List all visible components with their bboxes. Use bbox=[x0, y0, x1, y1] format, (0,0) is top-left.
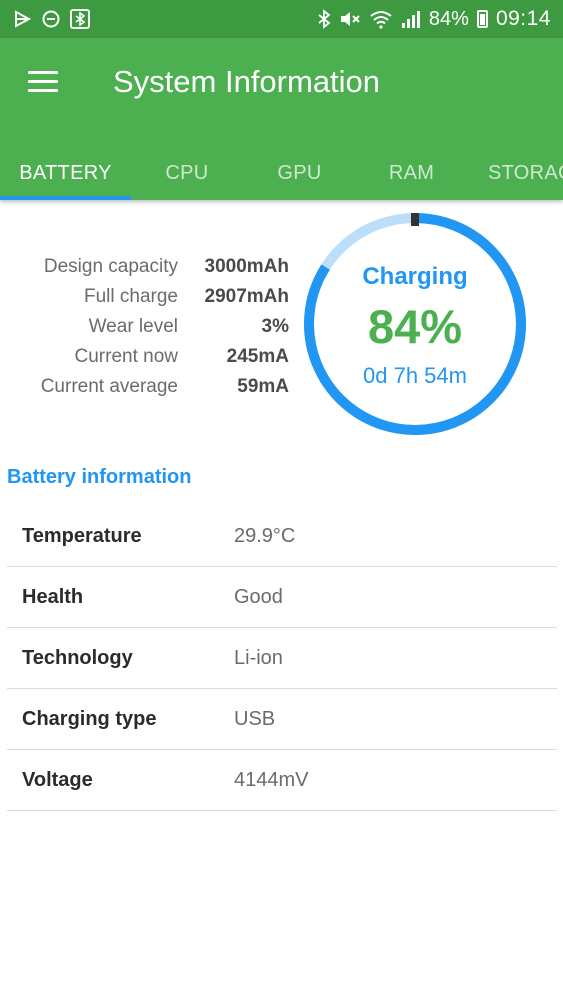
info-label: Voltage bbox=[22, 768, 93, 791]
info-row: Temperature 29.9°C bbox=[7, 506, 557, 567]
status-bar-left bbox=[14, 9, 90, 29]
tab-battery[interactable]: BATTERY bbox=[0, 146, 131, 200]
info-label: Technology bbox=[22, 646, 133, 669]
page-title: System Information bbox=[113, 64, 381, 99]
summary-row: Current average 59mA bbox=[0, 372, 300, 402]
clock: 09:14 bbox=[495, 7, 551, 30]
bluetooth-notification-icon bbox=[70, 9, 90, 29]
summary-label: Design capacity bbox=[43, 256, 178, 277]
battery-percent: 84% bbox=[367, 300, 463, 353]
ring-start-marker bbox=[411, 213, 419, 226]
tab-cpu[interactable]: CPU bbox=[131, 146, 243, 200]
tab-gpu[interactable]: GPU bbox=[243, 146, 356, 200]
info-row: Health Good bbox=[7, 567, 557, 628]
info-value: USB bbox=[234, 707, 276, 730]
info-row: Technology Li-ion bbox=[7, 628, 557, 689]
battery-summary: Design capacity 3000mAh Full charge 2907… bbox=[0, 252, 300, 402]
info-label: Charging type bbox=[22, 707, 157, 730]
summary-row: Full charge 2907mAh bbox=[0, 282, 300, 312]
summary-value: 3% bbox=[261, 316, 289, 337]
info-row: Charging type USB bbox=[7, 689, 557, 750]
summary-value: 3000mAh bbox=[204, 256, 290, 277]
charging-status: Charging bbox=[362, 263, 468, 290]
summary-label: Wear level bbox=[88, 316, 178, 337]
do-not-disturb-icon bbox=[42, 10, 60, 28]
summary-label: Current average bbox=[40, 376, 178, 397]
summary-row: Design capacity 3000mAh bbox=[0, 252, 300, 282]
play-store-notification-icon bbox=[14, 10, 32, 28]
summary-row: Current now 245mA bbox=[0, 342, 300, 372]
info-row: Voltage 4144mV bbox=[7, 750, 557, 811]
summary-value: 245mA bbox=[226, 346, 289, 367]
info-value: Li-ion bbox=[234, 646, 283, 669]
section-header: Battery information bbox=[7, 466, 192, 488]
battery-icon bbox=[476, 10, 488, 28]
status-bar: 84% 09:14 bbox=[0, 0, 563, 38]
summary-value: 59mA bbox=[237, 376, 289, 397]
info-label: Health bbox=[22, 585, 84, 608]
info-value: Good bbox=[234, 585, 283, 608]
info-value: 29.9°C bbox=[234, 524, 296, 547]
mute-icon bbox=[339, 9, 361, 29]
hamburger-menu-icon[interactable] bbox=[28, 71, 58, 93]
summary-value: 2907mAh bbox=[204, 286, 290, 307]
tab-storage[interactable]: STORAG bbox=[467, 146, 563, 200]
summary-label: Full charge bbox=[84, 286, 178, 307]
app-bar: System Information BATTERY CPU GPU RAM S… bbox=[0, 38, 563, 200]
bluetooth-icon bbox=[317, 9, 331, 29]
signal-icon bbox=[401, 9, 421, 29]
time-remaining: 0d 7h 54m bbox=[363, 363, 467, 388]
info-value: 4144mV bbox=[234, 768, 309, 791]
wifi-icon bbox=[369, 9, 393, 29]
status-bar-right: 84% 09:14 bbox=[317, 7, 551, 31]
summary-label: Current now bbox=[74, 346, 179, 367]
tab-ram[interactable]: RAM bbox=[356, 146, 467, 200]
battery-level-ring: Charging 84% 0d 7h 54m bbox=[300, 209, 530, 439]
summary-row: Wear level 3% bbox=[0, 312, 300, 342]
info-label: Temperature bbox=[22, 524, 142, 547]
battery-info-table: Temperature 29.9°C Health Good Technolog… bbox=[7, 506, 557, 811]
tab-bar: BATTERY CPU GPU RAM STORAG bbox=[0, 146, 563, 200]
battery-percent-text: 84% bbox=[428, 7, 469, 30]
